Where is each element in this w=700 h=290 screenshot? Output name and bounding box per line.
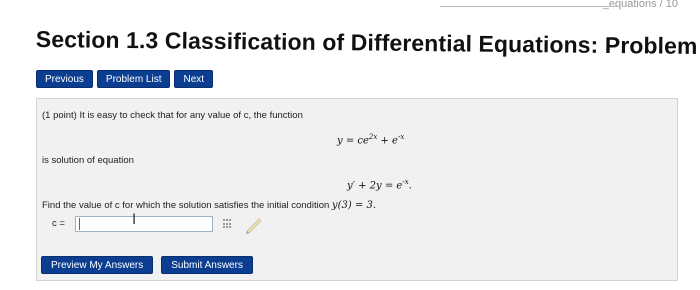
answer-input[interactable]: I: [75, 212, 213, 232]
breadcrumb: _equations / 10: [440, 0, 700, 10]
previous-button[interactable]: Previous: [36, 70, 93, 88]
equation-end: .: [408, 180, 412, 192]
solution-text: is solution of equation: [42, 155, 134, 166]
function-lhs: y = ce: [337, 135, 369, 147]
pencil-icon[interactable]: [243, 213, 265, 235]
find-text: Find the value of c for which the soluti…: [42, 200, 376, 211]
differential-equation: y′ + 2y = e-x.: [347, 178, 412, 191]
submit-answers-button[interactable]: Submit Answers: [161, 256, 253, 274]
function-plus: + e: [377, 135, 398, 147]
problem-list-button[interactable]: Problem List: [96, 70, 171, 88]
equation-editor-grid-icon[interactable]: [223, 219, 233, 229]
function-equation: y = ce2x + e-x: [337, 133, 404, 146]
initial-condition: y(3) = 3.: [331, 200, 377, 211]
page-title: Section 1.3 Classification of Differenti…: [35, 26, 700, 60]
problem-panel: (1 point) It is easy to check that for a…: [36, 98, 678, 281]
problem-nav: Previous Problem List Next: [36, 70, 214, 88]
next-button[interactable]: Next: [174, 70, 214, 88]
text-caret: [79, 218, 80, 230]
preview-answers-button[interactable]: Preview My Answers: [41, 256, 154, 274]
equation-body: y′ + 2y = e: [347, 180, 403, 192]
find-instruction: Find the value of c for which the soluti…: [42, 200, 330, 211]
breadcrumb-text: _equations / 10: [602, 0, 678, 10]
answer-label: c =: [52, 218, 65, 229]
ibeam-cursor-icon: I: [132, 212, 137, 228]
function-exp2: -x: [397, 133, 405, 141]
submit-row: Preview My Answers Submit Answers: [41, 256, 253, 274]
problem-intro: (1 point) It is easy to check that for a…: [42, 110, 303, 121]
breadcrumb-rule: [440, 6, 620, 7]
